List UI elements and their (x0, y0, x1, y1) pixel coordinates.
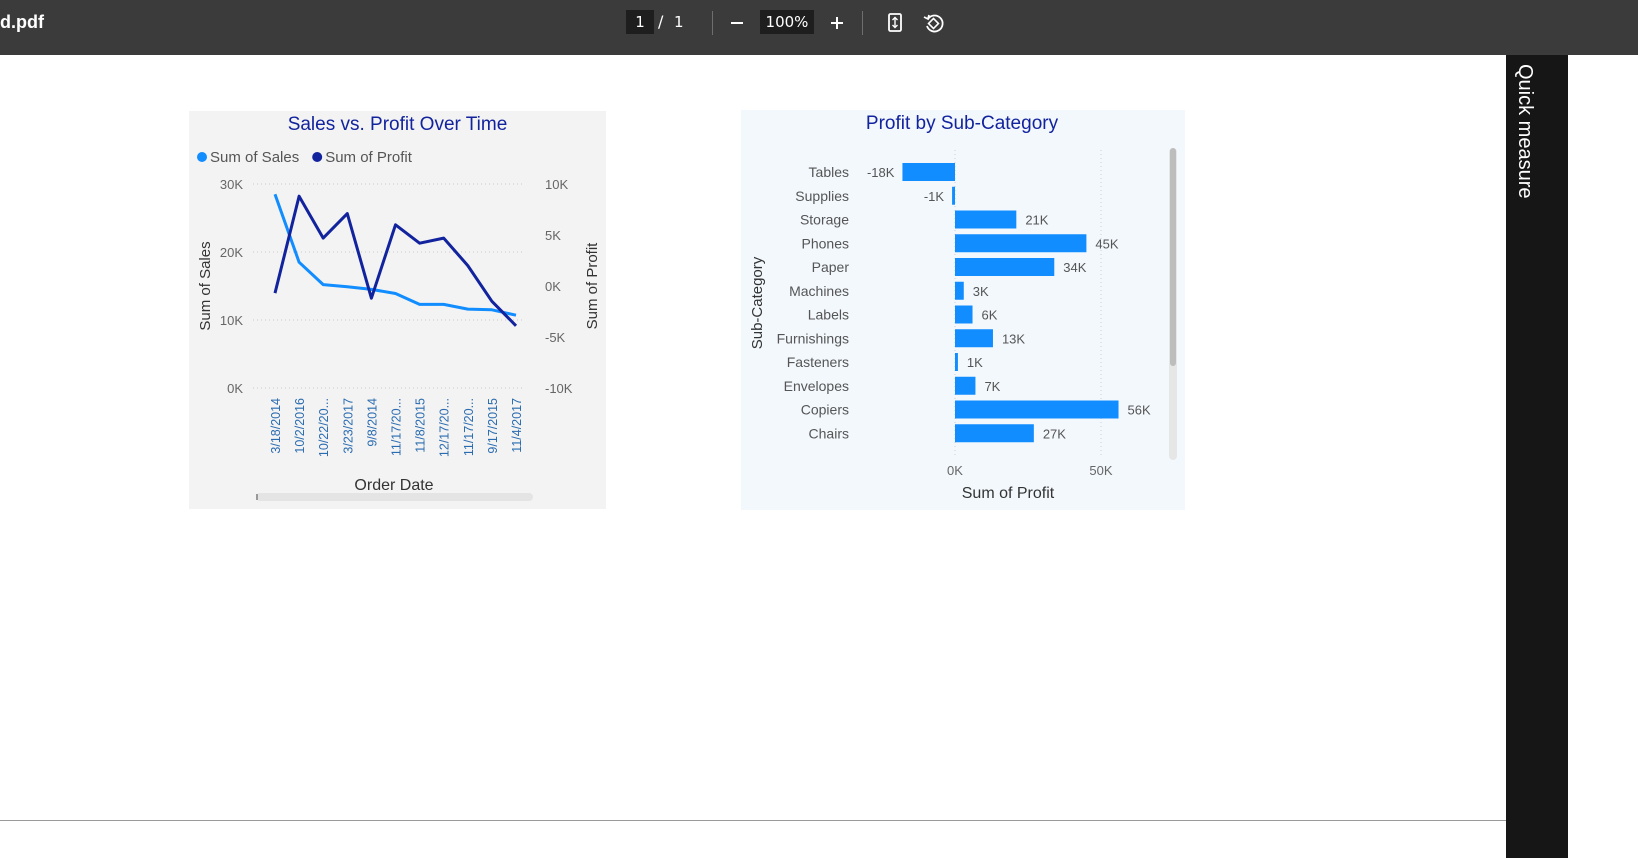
data-label: 45K (1095, 236, 1118, 251)
data-label: 1K (967, 355, 983, 370)
x-tick-label: 12/17/20... (438, 398, 452, 457)
pdf-toolbar: d.pdf 1 / 1 100% (0, 0, 1638, 55)
rotate-button[interactable] (919, 9, 947, 37)
profit-line (273, 194, 518, 327)
category-label: Chairs (809, 425, 849, 441)
x-tick-label: 10/2/2016 (293, 398, 307, 454)
scrollbar-thumb (256, 494, 258, 500)
chart-title: Profit by Sub-Category (866, 113, 1059, 134)
data-label: -1K (924, 189, 945, 204)
sales-profit-line-chart: Sales vs. Profit Over Time Sum of Sales Su… (197, 114, 601, 501)
right-margin (1568, 55, 1638, 858)
x-tick-label: 11/8/2015 (414, 398, 428, 453)
y-tick-label: 10K (220, 313, 243, 328)
bar (955, 376, 976, 395)
category-label: Machines (789, 283, 849, 299)
bar (955, 424, 1034, 443)
x-tick-label: 3/18/2014 (269, 398, 283, 454)
profit-subcategory-visual[interactable]: Profit by Sub-Category 0K 50K Tables -18K Sup… (741, 110, 1185, 510)
plus-icon (831, 17, 843, 29)
bar (902, 163, 955, 181)
zoom-in-button[interactable] (823, 9, 851, 37)
fit-page-icon (888, 13, 902, 32)
x-tick-label: 11/17/20... (462, 398, 476, 456)
sales-line (273, 193, 517, 317)
page-separator: / (658, 12, 664, 31)
y2-tick-label: 0K (545, 279, 561, 294)
y-tick-label: 0K (227, 381, 243, 396)
bar (955, 281, 964, 300)
data-label: 34K (1063, 260, 1086, 275)
x-tick-label: 11/17/20... (390, 398, 404, 456)
chart-title: Sales vs. Profit Over Time (288, 114, 508, 135)
category-label: Labels (808, 307, 849, 323)
bar (955, 210, 1017, 229)
x-tick-label: 3/23/2017 (341, 398, 355, 454)
rotate-icon (923, 14, 944, 33)
bar (955, 400, 1119, 419)
data-label: 3K (973, 284, 989, 299)
zoom-out-button[interactable] (723, 9, 751, 37)
data-label: 27K (1043, 426, 1066, 441)
bar (955, 258, 1055, 276)
sales-profit-visual[interactable]: Sales vs. Profit Over Time Sum of Sales Su… (189, 111, 606, 509)
y2-tick-label: 5K (545, 228, 561, 243)
data-label: -18K (867, 165, 895, 180)
profit-subcategory-bar-chart: Profit by Sub-Category 0K 50K Tables -18K Sup… (749, 113, 1177, 502)
x-tick-label: 50K (1089, 463, 1112, 478)
minus-icon (731, 22, 743, 24)
legend-marker (197, 152, 207, 162)
y-tick-label: 20K (220, 245, 243, 260)
category-label: Paper (812, 259, 850, 275)
legend-marker (312, 152, 323, 162)
data-label: 21K (1025, 213, 1048, 228)
total-pages: 1 (674, 13, 684, 31)
bar (952, 186, 955, 205)
zoom-level-input[interactable]: 100% (760, 10, 814, 34)
data-label: 56K (1128, 403, 1151, 418)
page-bottom-border (0, 820, 1506, 821)
y-tick-label: 30K (220, 177, 243, 192)
data-label: 6K (982, 308, 998, 323)
category-label: Fasteners (787, 354, 849, 370)
current-page-input[interactable]: 1 (626, 10, 654, 34)
y-axis-title: Sum of Sales (197, 241, 214, 330)
category-label: Supplies (795, 188, 849, 204)
scrollbar-thumb (1170, 148, 1176, 366)
category-label: Storage (800, 212, 849, 228)
bar (955, 329, 993, 348)
category-label: Tables (809, 164, 849, 180)
category-label: Furnishings (777, 330, 849, 346)
x-tick-label: 9/17/2015 (486, 398, 500, 454)
y2-axis-title: Sum of Profit (584, 242, 601, 330)
quick-measure-tab[interactable]: Quick measure (1513, 64, 1536, 199)
y2-tick-label: 10K (545, 177, 568, 192)
x-axis-title: Sum of Profit (962, 485, 1055, 502)
fit-page-button[interactable] (881, 9, 909, 37)
legend-label: Sum of Profit (325, 149, 413, 166)
category-label: Phones (802, 235, 849, 251)
toolbar-divider (712, 11, 713, 35)
data-label: 7K (984, 379, 1000, 394)
legend-label: Sum of Sales (210, 149, 299, 166)
data-label: 13K (1002, 331, 1025, 346)
y-axis-title: Sub-Category (749, 256, 766, 349)
bar (955, 234, 1087, 253)
bar (955, 353, 958, 371)
x-tick-label: 11/4/2017 (510, 398, 524, 453)
x-tick-label: 0K (947, 463, 963, 478)
x-axis-title: Order Date (354, 477, 433, 494)
x-tick-label: 9/8/2014 (365, 398, 379, 447)
horizontal-scrollbar (256, 493, 533, 501)
x-tick-label: 10/22/20... (317, 398, 331, 457)
y2-tick-label: -10K (545, 381, 573, 396)
toolbar-divider (862, 11, 863, 35)
category-label: Envelopes (784, 378, 849, 394)
bar (955, 305, 973, 324)
category-label: Copiers (801, 402, 849, 418)
y2-tick-label: -5K (545, 330, 566, 345)
file-name: d.pdf (0, 12, 44, 32)
